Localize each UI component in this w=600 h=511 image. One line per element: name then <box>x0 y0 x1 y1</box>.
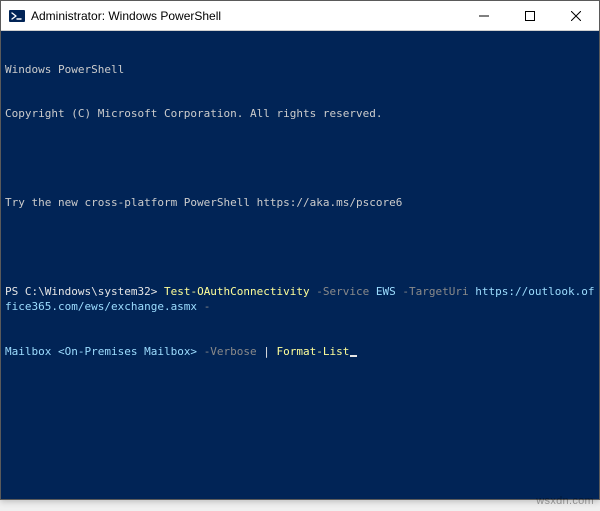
command-line-1: PS C:\Windows\system32> Test-OAuthConnec… <box>5 285 595 315</box>
pipe: | <box>257 345 277 358</box>
line2-prefix: Mailbox <box>5 345 58 358</box>
banner-line: Copyright (C) Microsoft Corporation. All… <box>5 107 595 122</box>
cursor <box>350 355 357 357</box>
blank-line <box>5 241 595 256</box>
val-service: EWS <box>376 285 396 298</box>
window-title: Administrator: Windows PowerShell <box>31 9 221 23</box>
blank-line <box>5 152 595 167</box>
cmdlet2: Format-List <box>277 345 350 358</box>
watermark: wsxdn.com <box>536 495 594 507</box>
command-line-2: Mailbox <On-Premises Mailbox> -Verbose |… <box>5 345 595 360</box>
prompt: PS C:\Windows\system32> <box>5 285 164 298</box>
param-service: -Service <box>316 285 369 298</box>
window-controls <box>461 1 599 30</box>
banner-line: Try the new cross-platform PowerShell ht… <box>5 196 595 211</box>
terminal-area[interactable]: Windows PowerShell Copyright (C) Microso… <box>1 31 599 499</box>
val-mailbox: <On-Premises Mailbox> <box>58 345 197 358</box>
close-button[interactable] <box>553 1 599 30</box>
cmdlet: Test-OAuthConnectivity <box>164 285 310 298</box>
banner-line: Windows PowerShell <box>5 63 595 78</box>
powershell-icon <box>9 8 25 24</box>
maximize-button[interactable] <box>507 1 553 30</box>
param-targeturi: -TargetUri <box>402 285 468 298</box>
param-verbose: -Verbose <box>204 345 257 358</box>
dash-trailing: - <box>204 300 211 313</box>
window-titlebar[interactable]: Administrator: Windows PowerShell <box>1 1 599 31</box>
powershell-window: Administrator: Windows PowerShell Window… <box>0 0 600 500</box>
minimize-button[interactable] <box>461 1 507 30</box>
